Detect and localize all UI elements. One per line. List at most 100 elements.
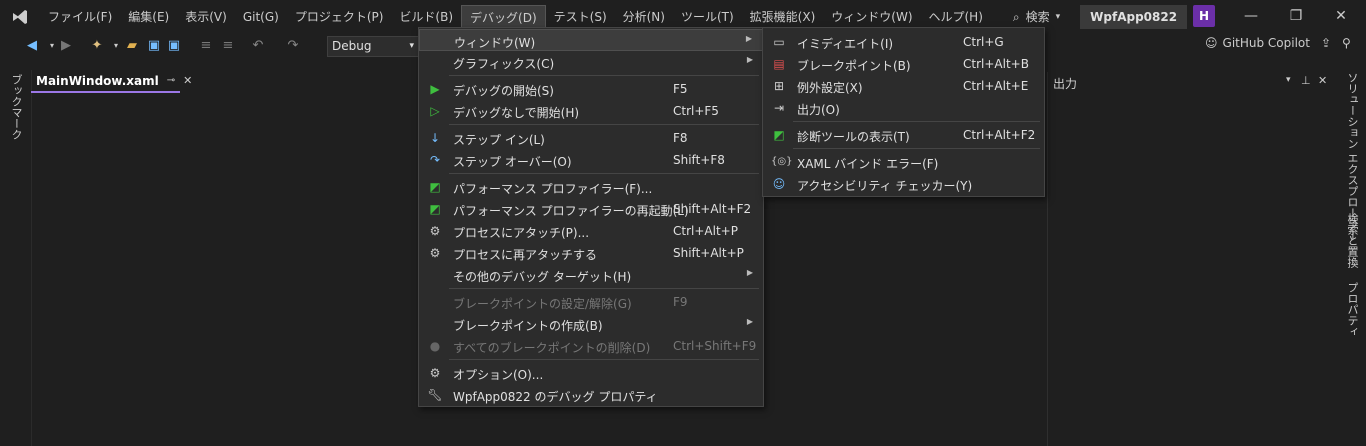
submenu-item-exception-settings[interactable]: ⊞ 例外設定(X) Ctrl+Alt+E	[763, 75, 1044, 97]
menu-separator	[449, 173, 759, 174]
step-over-icon: ↷	[429, 153, 441, 167]
menu-item-restart-profiler[interactable]: ◩ パフォーマンス プロファイラーの再起動(L) Shift+Alt+F2	[419, 198, 763, 220]
solution-configuration-select[interactable]: Debug ▾	[327, 36, 419, 57]
visual-studio-logo-icon[interactable]	[0, 0, 40, 33]
menu-item-reattach-to-process[interactable]: ⚙ プロセスに再アタッチする Shift+Alt+P	[419, 242, 763, 264]
undo-icon[interactable]: ↶	[250, 38, 266, 54]
menu-item-window[interactable]: ウィンドウ(W) ▶	[419, 29, 763, 51]
submenu-item-accessibility-checker[interactable]: ☺ アクセシビリティ チェッカー(Y)	[763, 173, 1044, 195]
menu-edit[interactable]: 編集(E)	[120, 5, 177, 29]
menu-separator	[449, 75, 759, 76]
chevron-down-icon[interactable]: ▾	[108, 38, 124, 54]
menu-extensions[interactable]: 拡張機能(X)	[742, 5, 824, 29]
menu-separator	[449, 359, 759, 360]
find-replace-tab[interactable]: 検索と置換	[1344, 213, 1360, 268]
output-panel-header: 出力 ▾ ⊥ ✕	[1048, 72, 1334, 94]
project-name-badge: WpfApp0822	[1080, 4, 1188, 29]
menu-debug[interactable]: デバッグ(D)	[461, 4, 546, 29]
new-project-icon[interactable]: ✦	[89, 38, 105, 54]
menu-analyze[interactable]: 分析(N)	[615, 5, 673, 29]
pin-icon[interactable]: ⊥	[1301, 74, 1311, 87]
save-icon[interactable]: ▣	[146, 38, 162, 54]
wrench-icon: 🔧︎	[427, 388, 443, 402]
breakpoints-window-icon: ▤	[773, 57, 785, 71]
menu-item-debug-properties[interactable]: 🔧︎ WpfApp0822 のデバッグ プロパティ	[419, 384, 763, 406]
menu-item-delete-all-breakpoints[interactable]: ● すべてのブレークポイントの削除(D) Ctrl+Shift+F9	[419, 335, 763, 357]
close-icon[interactable]: ✕	[1331, 6, 1351, 26]
breakpoints-icon: ●	[429, 339, 441, 353]
profiler-icon: ◩	[429, 180, 441, 194]
navigate-forward-icon[interactable]: ▶	[58, 38, 74, 54]
uncomment-icon[interactable]: ≡	[220, 38, 236, 54]
menu-item-other-debug-targets[interactable]: その他のデバッグ ターゲット(H) ▶	[419, 264, 763, 286]
document-tab-label: MainWindow.xaml	[36, 73, 159, 88]
window-submenu: ▭ イミディエイト(I) Ctrl+G ▤ ブレークポイント(B) Ctrl+A…	[762, 27, 1045, 197]
accessibility-icon: ☺	[772, 177, 786, 191]
output-panel-title: 出力	[1053, 76, 1078, 91]
search-label: 検索	[1025, 9, 1050, 24]
minimize-icon[interactable]: —	[1241, 6, 1261, 26]
bookmark-tab[interactable]: ブックマーク	[8, 74, 24, 140]
menu-build[interactable]: ビルド(B)	[391, 5, 461, 29]
menu-help[interactable]: ヘルプ(H)	[921, 5, 991, 29]
menu-tools[interactable]: ツール(T)	[673, 5, 742, 29]
menu-item-toggle-breakpoint[interactable]: ブレークポイントの設定/解除(G) F9	[419, 291, 763, 313]
right-tool-rail: ソリューション エクスプローラー 検索と置換 プロパティ	[1336, 70, 1366, 446]
menu-separator	[449, 124, 759, 125]
person-icon[interactable]: ⚲	[1342, 36, 1351, 50]
play-icon: ▶	[430, 82, 440, 96]
immediate-window-icon: ▭	[773, 35, 785, 49]
menu-item-graphics[interactable]: グラフィックス(C) ▶	[419, 51, 763, 73]
chevron-right-icon: ▶	[745, 34, 752, 43]
search-icon: ⌕	[1012, 9, 1020, 24]
menu-item-performance-profiler[interactable]: ◩ パフォーマンス プロファイラー(F)...	[419, 176, 763, 198]
play-outline-icon: ▷	[430, 104, 440, 118]
menu-separator	[449, 288, 759, 289]
open-folder-icon[interactable]: ▰	[124, 38, 140, 54]
copilot-label: GitHub Copilot	[1222, 36, 1310, 50]
menu-separator	[793, 148, 1040, 149]
menu-project[interactable]: プロジェクト(P)	[287, 5, 392, 29]
diagnostic-tools-icon: ◩	[773, 128, 785, 142]
submenu-item-immediate[interactable]: ▭ イミディエイト(I) Ctrl+G	[763, 31, 1044, 53]
submenu-item-output[interactable]: ⇥ 出力(O)	[763, 97, 1044, 119]
submenu-item-breakpoints[interactable]: ▤ ブレークポイント(B) Ctrl+Alt+B	[763, 53, 1044, 75]
chevron-right-icon: ▶	[746, 55, 753, 64]
menu-item-step-into[interactable]: ↓ ステップ イン(L) F8	[419, 127, 763, 149]
chevron-right-icon: ▶	[746, 317, 753, 326]
exception-settings-icon: ⊞	[773, 79, 785, 93]
submenu-item-diagnostic-tools[interactable]: ◩ 診断ツールの表示(T) Ctrl+Alt+F2	[763, 124, 1044, 146]
step-into-icon: ↓	[429, 131, 441, 145]
menu-item-attach-to-process[interactable]: ⚙ プロセスにアタッチ(P)... Ctrl+Alt+P	[419, 220, 763, 242]
share-icon[interactable]: ⇪	[1321, 36, 1331, 50]
menu-item-new-breakpoint[interactable]: ブレークポイントの作成(B) ▶	[419, 313, 763, 335]
github-copilot-button[interactable]: ☺ GitHub Copilot ⇪ ⚲	[1205, 36, 1351, 50]
profile-avatar[interactable]: H	[1193, 5, 1215, 27]
pin-icon[interactable]: ⊸	[167, 75, 175, 86]
menu-window[interactable]: ウィンドウ(W)	[823, 5, 920, 29]
menu-item-start-without-debugging[interactable]: ▷ デバッグなしで開始(H) Ctrl+F5	[419, 100, 763, 122]
menu-test[interactable]: テスト(S)	[546, 5, 615, 29]
menu-view[interactable]: 表示(V)	[177, 5, 235, 29]
redo-icon[interactable]: ↷	[285, 38, 301, 54]
menu-file[interactable]: ファイル(F)	[40, 5, 120, 29]
left-tool-rail: ブックマーク	[0, 70, 30, 446]
menu-separator	[793, 121, 1040, 122]
search-button[interactable]: ⌕ 検索 ▾	[1005, 5, 1068, 29]
comment-icon[interactable]: ≡	[198, 38, 214, 54]
menu-item-step-over[interactable]: ↷ ステップ オーバー(O) Shift+F8	[419, 149, 763, 171]
chevron-down-icon[interactable]: ▾	[1286, 75, 1291, 85]
submenu-item-xaml-binding-errors[interactable]: {◎} XAML バインド エラー(F)	[763, 151, 1044, 173]
save-all-icon[interactable]: ▣	[166, 38, 182, 54]
menu-git[interactable]: Git(G)	[235, 5, 287, 29]
menu-item-start-debugging[interactable]: ▶ デバッグの開始(S) F5	[419, 78, 763, 100]
navigate-back-icon[interactable]: ◀	[24, 38, 40, 54]
restore-icon[interactable]: ❐	[1286, 6, 1306, 26]
document-tab[interactable]: MainWindow.xaml ⊸ ✕	[31, 70, 192, 93]
profiler-restart-icon: ◩	[429, 202, 441, 216]
close-icon[interactable]: ✕	[1318, 74, 1327, 87]
properties-tab[interactable]: プロパティ	[1344, 282, 1360, 337]
debug-menu: ウィンドウ(W) ▶ グラフィックス(C) ▶ ▶ デバッグの開始(S) F5 …	[418, 27, 764, 407]
close-icon[interactable]: ✕	[183, 74, 192, 87]
menu-item-options[interactable]: ⚙ オプション(O)...	[419, 362, 763, 384]
